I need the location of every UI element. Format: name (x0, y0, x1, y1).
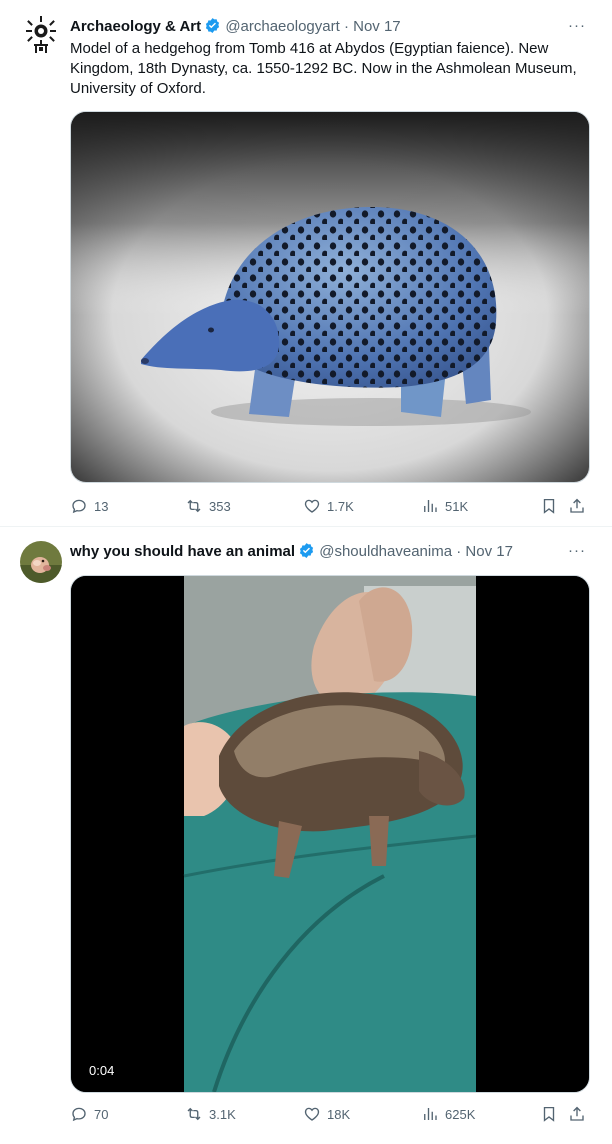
repost-button[interactable]: 3.1K (185, 1105, 236, 1123)
views-icon (424, 500, 437, 512)
like-count: 1.7K (327, 498, 354, 514)
like-count: 18K (327, 1106, 351, 1122)
repost-icon (187, 1107, 201, 1121)
tweet-actions: 13 353 1.7K 51K (70, 497, 590, 517)
reply-icon (72, 1107, 86, 1122)
share-icon (570, 498, 584, 513)
animal-avatar-icon (20, 541, 62, 583)
reply-button[interactable]: 13 (70, 497, 108, 515)
bookmark-button[interactable] (540, 497, 558, 515)
repost-count: 353 (209, 498, 231, 514)
bookmark-icon (543, 1106, 555, 1122)
bookmark-icon (543, 498, 555, 514)
tweet-date[interactable]: Nov 17 (353, 18, 401, 35)
author-handle[interactable]: @archaeologyart (225, 18, 339, 35)
views-button[interactable]: 51K (421, 497, 468, 515)
avatar[interactable] (20, 541, 62, 583)
verified-badge-icon (299, 543, 314, 558)
like-button[interactable]: 18K (303, 1105, 350, 1123)
views-count: 625K (445, 1106, 476, 1122)
views-button[interactable]: 625K (421, 1105, 475, 1123)
reply-count: 70 (94, 1106, 109, 1122)
avatar[interactable] (20, 14, 62, 56)
tweet-date[interactable]: Nov 17 (465, 543, 513, 560)
views-icon (424, 1108, 437, 1120)
tweet-should-have-animal[interactable]: why you should have an animal @shouldhav… (0, 527, 612, 1144)
share-button[interactable] (568, 1105, 586, 1123)
reply-button[interactable]: 70 (70, 1105, 108, 1123)
more-icon[interactable]: ··· (568, 542, 586, 559)
separator-dot: · (343, 18, 349, 35)
bookmark-button[interactable] (540, 1105, 558, 1123)
share-button[interactable] (568, 497, 586, 515)
video-frame (71, 576, 589, 1092)
author-name[interactable]: Archaeology & Art (70, 18, 201, 35)
author-handle[interactable]: @shouldhaveanima (319, 543, 452, 560)
more-icon[interactable]: ··· (568, 17, 586, 34)
tweet-archaeology-art[interactable]: Archaeology & Art @archaeologyart · Nov … (0, 0, 612, 527)
repost-button[interactable]: 353 (185, 497, 231, 515)
repost-count: 3.1K (209, 1106, 236, 1122)
repost-icon (187, 499, 201, 513)
tweet-header: Archaeology & Art @archaeologyart · Nov … (70, 16, 592, 38)
like-icon (304, 499, 320, 513)
reply-count: 13 (94, 498, 109, 514)
verified-badge-icon (206, 18, 220, 33)
like-icon (304, 1107, 320, 1121)
hedgehog-photo (71, 112, 589, 482)
tweet-header: why you should have an animal @shouldhav… (70, 541, 592, 563)
hedgehog-faience-image[interactable] (70, 111, 590, 483)
tweet-actions: 70 3.1K 18K 625K (70, 1105, 590, 1125)
share-icon (570, 1106, 584, 1121)
separator-dot: · (456, 543, 462, 560)
hedgehog-video[interactable]: 0:04 (70, 575, 590, 1093)
like-button[interactable]: 1.7K (303, 497, 354, 515)
reply-icon (72, 499, 86, 514)
video-duration: 0:04 (83, 1061, 121, 1080)
tweet-text: Model of a hedgehog from Tomb 416 at Aby… (70, 40, 577, 97)
archaeology-logo-icon (20, 14, 62, 56)
author-name[interactable]: why you should have an animal (70, 543, 295, 560)
views-count: 51K (445, 498, 469, 514)
